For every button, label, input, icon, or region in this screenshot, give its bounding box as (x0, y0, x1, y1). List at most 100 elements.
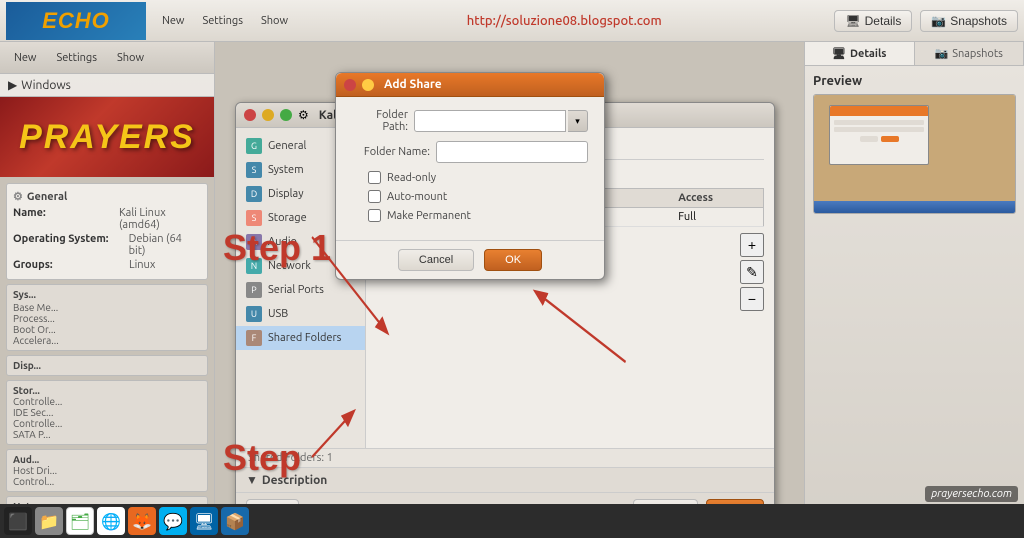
settings-button[interactable]: Settings (196, 13, 249, 29)
add-share-dialog: Add Share Folder Path: ▾ Folder Name: Re… (335, 72, 605, 280)
general-icon: G (246, 138, 262, 154)
folder-name-input[interactable] (436, 141, 588, 163)
name-label: Name: (13, 207, 113, 231)
chevron-icon: ▶ (8, 78, 17, 92)
windows-section[interactable]: ▶ Windows (0, 74, 214, 97)
top-right-buttons: 🖥 Details 📷 Snapshots (834, 10, 1018, 32)
taskbar-folder[interactable]: 📁 (35, 507, 63, 535)
preview-title: Preview (813, 74, 1016, 88)
general-section-label: General (27, 191, 67, 203)
app-logo: ECHO (6, 2, 146, 40)
remove-folder-button[interactable]: − (740, 287, 764, 311)
shared-folders-count: Shared Folders: 1 (248, 452, 333, 464)
nav-serial-ports[interactable]: P Serial Ports (236, 278, 365, 302)
settings-window-icon: ⚙ (298, 108, 309, 122)
prayers-banner: PRAYERS (0, 97, 214, 177)
logo-area: ECHO New Settings Show (6, 2, 294, 40)
groups-label: Groups: (13, 259, 123, 271)
taskbar: ⬛ 📁 🗂 🌐 🦊 💬 🖥 📦 (0, 504, 1024, 538)
add-share-body: Folder Path: ▾ Folder Name: Read-only (336, 97, 604, 240)
details-button[interactable]: 🖥 Details (834, 10, 912, 32)
add-share-cancel-button[interactable]: Cancel (398, 249, 474, 271)
groups-value: Linux (129, 259, 155, 271)
url-display: http://soluzione08.blogspot.com (294, 14, 834, 28)
show-button[interactable]: Show (255, 13, 294, 29)
add-share-ok-button[interactable]: OK (484, 249, 542, 271)
preview-content (814, 95, 1015, 201)
maximize-button[interactable] (280, 109, 292, 121)
permanent-label: Make Permanent (387, 210, 471, 222)
right-panel: 🖥 Details 📷 Snapshots Preview (804, 42, 1024, 538)
add-share-close-button[interactable] (344, 79, 356, 91)
folder-name-label: Folder Name: (352, 146, 430, 158)
snapshots-tab-icon: 📷 (935, 47, 949, 60)
preview-thumbnail (813, 94, 1016, 214)
automount-label: Auto-mount (387, 191, 447, 203)
add-share-min-button[interactable] (362, 79, 374, 91)
add-share-titlebar: Add Share (336, 73, 604, 97)
snapshots-button[interactable]: 📷 Snapshots (920, 10, 1018, 32)
shared-folders-icon: F (246, 330, 262, 346)
folder-path-input[interactable] (414, 110, 566, 132)
preview-mini-titlebar (830, 106, 928, 116)
details-icon: 🖥 (845, 14, 860, 28)
permanent-checkbox[interactable] (368, 209, 381, 222)
taskbar-teamviewer[interactable]: 🖥 (190, 507, 218, 535)
automount-checkbox[interactable] (368, 190, 381, 203)
top-bar: ECHO New Settings Show http://soluzione0… (0, 0, 1024, 42)
add-share-title: Add Share (384, 78, 442, 91)
taskbar-virtualbox[interactable]: 📦 (221, 507, 249, 535)
new-sidebar-button[interactable]: New (8, 50, 42, 66)
snapshots-tab[interactable]: 📷 Snapshots (915, 42, 1024, 65)
add-folder-button[interactable]: + (740, 233, 764, 257)
minimize-button[interactable] (262, 109, 274, 121)
readonly-row: Read-only (352, 171, 588, 184)
watermark: prayersecho.com (925, 486, 1018, 502)
nav-shared-folders[interactable]: F Shared Folders (236, 326, 365, 350)
folder-path-label: Folder Path: (352, 109, 408, 133)
taskbar-firefox[interactable]: 🦊 (128, 507, 156, 535)
display-icon: D (246, 186, 262, 202)
details-tab[interactable]: 🖥 Details (805, 42, 915, 65)
settings-sidebar-button[interactable]: Settings (50, 50, 103, 66)
os-label: Operating System: (13, 233, 123, 257)
nav-usb[interactable]: U USB (236, 302, 365, 326)
col-access: Access (672, 189, 763, 208)
preview-area: Preview (805, 66, 1024, 538)
sidebar-toolbar: New Settings Show (0, 42, 214, 74)
preview-inner (814, 95, 1015, 213)
permanent-row: Make Permanent (352, 209, 588, 222)
details-tab-label: Details (850, 48, 886, 60)
edit-folder-button[interactable]: ✎ (740, 260, 764, 284)
snapshots-tab-label: Snapshots (952, 48, 1003, 60)
left-sidebar: New Settings Show ▶ Windows PRAYERS ⚙ Ge… (0, 42, 215, 538)
prayers-text: PRAYERS (19, 118, 195, 157)
folder-path-input-group: ▾ (414, 110, 588, 132)
dialog-buttons: Cancel OK (336, 240, 604, 279)
name-value: Kali Linux (amd64) (119, 207, 201, 231)
description-label: Description (262, 474, 327, 487)
folder-path-dropdown[interactable]: ▾ (568, 110, 588, 132)
system-icon: S (246, 162, 262, 178)
show-sidebar-button[interactable]: Show (111, 50, 150, 66)
automount-row: Auto-mount (352, 190, 588, 203)
preview-dialog-mini (829, 105, 929, 165)
network-icon: N (246, 258, 262, 274)
right-panel-tabs: 🖥 Details 📷 Snapshots (805, 42, 1024, 66)
windows-label: Windows (21, 79, 71, 92)
taskbar-skype[interactable]: 💬 (159, 507, 187, 535)
folder-name-row: Folder Name: (352, 141, 588, 163)
main-layout: New Settings Show ▶ Windows PRAYERS ⚙ Ge… (0, 42, 1024, 538)
readonly-checkbox[interactable] (368, 171, 381, 184)
close-button[interactable] (244, 109, 256, 121)
folder-path-row: Folder Path: ▾ (352, 109, 588, 133)
taskbar-chrome[interactable]: 🌐 (97, 507, 125, 535)
taskbar-files[interactable]: 🗂 (66, 507, 94, 535)
folder-access-cell: Full (672, 208, 763, 227)
audio-icon: A (246, 234, 262, 250)
camera-icon: 📷 (931, 14, 946, 28)
preview-taskbar (814, 201, 1015, 213)
taskbar-terminal[interactable]: ⬛ (4, 507, 32, 535)
new-button[interactable]: New (156, 13, 190, 29)
readonly-label: Read-only (387, 172, 436, 184)
